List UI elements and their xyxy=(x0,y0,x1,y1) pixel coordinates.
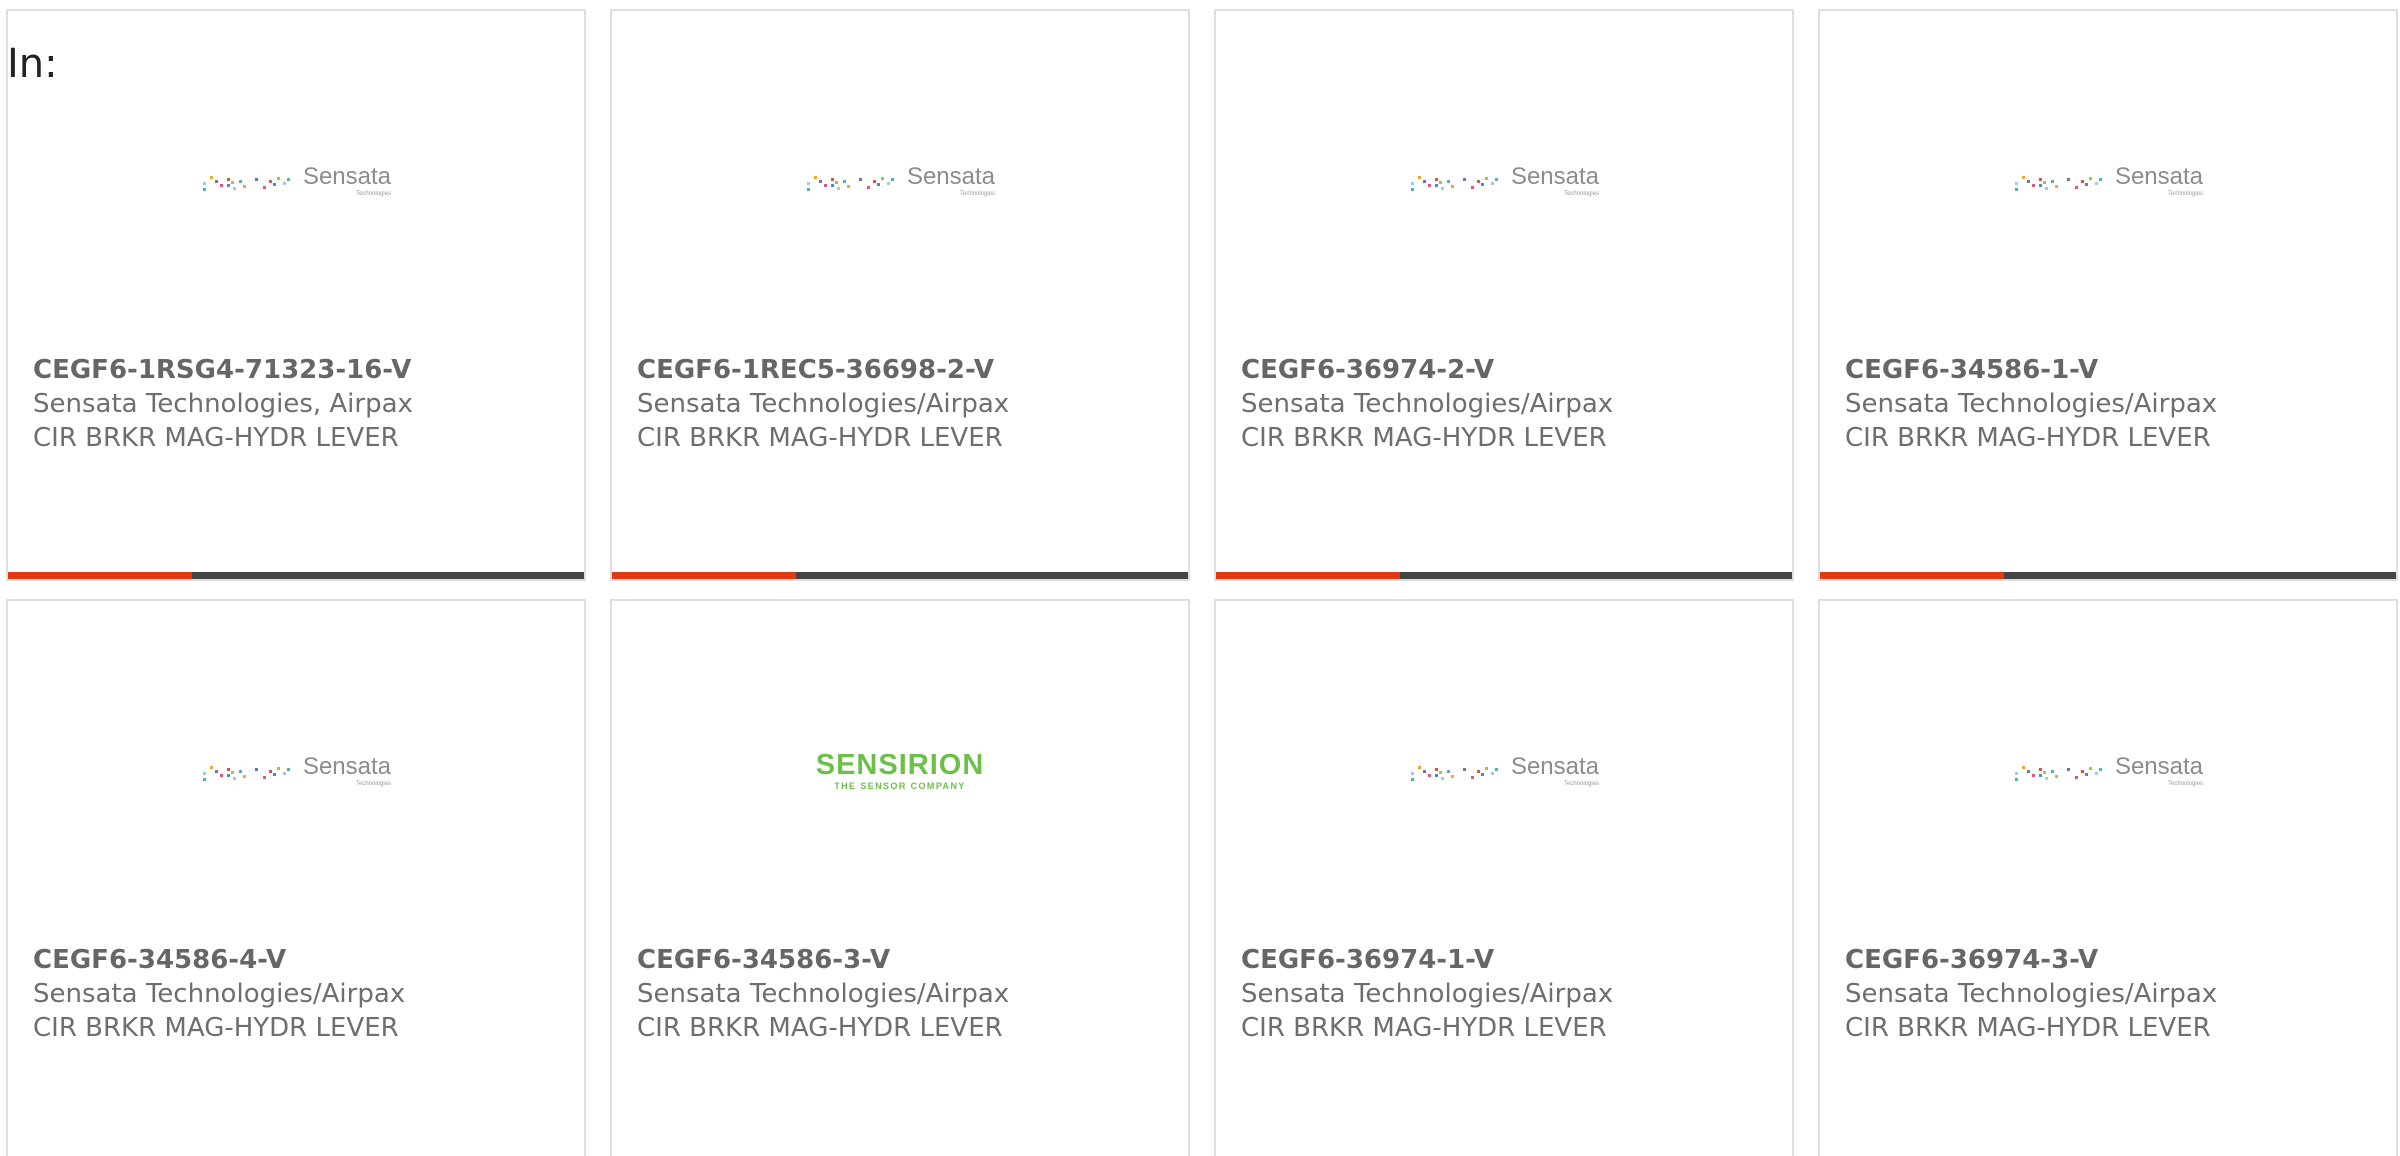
manufacturer-logo: Sensata Technologies xyxy=(8,151,584,211)
part-number[interactable]: CEGF6-34586-4-V xyxy=(33,943,574,977)
part-number[interactable]: CEGF6-34586-1-V xyxy=(1845,353,2386,387)
product-description: CIR BRKR MAG-HYDR LEVER xyxy=(1845,1013,2211,1043)
product-info: CEGF6-36974-3-V Sensata Technologies/Airp… xyxy=(1845,943,2386,1045)
product-card[interactable]: Sensata Technologies CEGF6-1REC5-36698-2-V… xyxy=(610,9,1190,581)
product-info: CEGF6-34586-3-V Sensata Technologies/Airp… xyxy=(637,943,1178,1045)
card-progress-bar xyxy=(612,572,1188,579)
product-description: CIR BRKR MAG-HYDR LEVER xyxy=(1241,1013,1607,1043)
product-info: CEGF6-34586-4-V Sensata Technologies/Airp… xyxy=(33,943,574,1045)
manufacturer-name: Sensata Technologies/Airpax xyxy=(33,979,406,1009)
product-info: CEGF6-36974-2-V Sensata Technologies/Airp… xyxy=(1241,353,1782,455)
sensata-logo: Sensata Technologies xyxy=(805,165,995,197)
product-description: CIR BRKR MAG-HYDR LEVER xyxy=(33,423,399,453)
manufacturer-name: Sensata Technologies/Airpax xyxy=(1845,389,2218,419)
product-card[interactable]: Sensata Technologies CEGF6-34586-4-V Sensat… xyxy=(6,599,586,1156)
logo-name: Sensata xyxy=(302,163,392,190)
card-progress-fill xyxy=(612,572,797,579)
manufacturer-name: Sensata Technologies/Airpax xyxy=(637,979,1010,1009)
logo-name: SENSIRION xyxy=(815,749,985,781)
logo-tagline: Technologies xyxy=(1564,781,1600,787)
sensata-logo: Sensata Technologies xyxy=(201,755,391,787)
product-card[interactable]: Sensata Technologies CEGF6-36974-2-V Sensat… xyxy=(1214,9,1794,581)
sensirion-logo: SENSIRION THE SENSOR COMPANY xyxy=(816,751,985,791)
sensata-logo: Sensata Technologies xyxy=(1409,755,1599,787)
card-progress-bar xyxy=(1216,572,1792,579)
logo-name: Sensata xyxy=(2114,163,2204,190)
product-description: CIR BRKR MAG-HYDR LEVER xyxy=(637,1013,1003,1043)
manufacturer-name: Sensata Technologies/Airpax xyxy=(1241,389,1614,419)
logo-tagline: THE SENSOR COMPANY xyxy=(834,781,966,791)
manufacturer-name: Sensata Technologies/Airpax xyxy=(1241,979,1614,1009)
product-description: CIR BRKR MAG-HYDR LEVER xyxy=(637,423,1003,453)
part-number[interactable]: CEGF6-36974-2-V xyxy=(1241,353,1782,387)
logo-tagline: Technologies xyxy=(960,191,996,197)
part-number[interactable]: CEGF6-1REC5-36698-2-V xyxy=(637,353,1178,387)
card-progress-fill xyxy=(8,572,193,579)
manufacturer-logo: Sensata Technologies xyxy=(8,741,584,801)
logo-tagline: Technologies xyxy=(1564,191,1600,197)
product-card[interactable]: Sensata Technologies CEGF6-34586-1-V Sensat… xyxy=(1818,9,2398,581)
product-info: CEGF6-1REC5-36698-2-V Sensata Technologie… xyxy=(637,353,1178,455)
sensata-dots-icon xyxy=(202,176,290,191)
logo-name: Sensata xyxy=(1510,163,1600,190)
part-number[interactable]: CEGF6-1RSG4-71323-16-V xyxy=(33,353,574,387)
search-results-page: In: Sensata Technologies CEGF6-1RSG4-71323… xyxy=(0,0,2400,1156)
product-info: CEGF6-1RSG4-71323-16-V Sensata Technologi… xyxy=(33,353,574,455)
card-progress-bar xyxy=(8,572,584,579)
product-card[interactable]: Sensata Technologies CEGF6-36974-3-V Sensat… xyxy=(1818,599,2398,1156)
product-card[interactable]: Sensata Technologies CEGF6-36974-1-V Sensat… xyxy=(1214,599,1794,1156)
logo-name: Sensata xyxy=(2114,753,2204,780)
manufacturer-logo: SENSIRION THE SENSOR COMPANY xyxy=(612,741,1188,801)
sensata-logo: Sensata Technologies xyxy=(1409,165,1599,197)
sensata-logo: Sensata Technologies xyxy=(2013,755,2203,787)
sensata-dots-icon xyxy=(1410,176,1498,191)
sensata-dots-icon xyxy=(806,176,894,191)
manufacturer-logo: Sensata Technologies xyxy=(1216,741,1792,801)
sensata-dots-icon xyxy=(1410,766,1498,781)
logo-name: Sensata xyxy=(906,163,996,190)
manufacturer-name: Sensata Technologies, Airpax xyxy=(33,389,413,419)
product-description: CIR BRKR MAG-HYDR LEVER xyxy=(1845,423,2211,453)
sensata-dots-icon xyxy=(2014,176,2102,191)
product-description: CIR BRKR MAG-HYDR LEVER xyxy=(33,1013,399,1043)
product-grid: Sensata Technologies CEGF6-1RSG4-71323-16-… xyxy=(0,0,2400,1156)
part-number[interactable]: CEGF6-36974-3-V xyxy=(1845,943,2386,977)
logo-tagline: Technologies xyxy=(356,781,392,787)
manufacturer-name: Sensata Technologies/Airpax xyxy=(637,389,1010,419)
part-number[interactable]: CEGF6-34586-3-V xyxy=(637,943,1178,977)
card-progress-fill xyxy=(1216,572,1401,579)
manufacturer-name: Sensata Technologies/Airpax xyxy=(1845,979,2218,1009)
manufacturer-logo: Sensata Technologies xyxy=(1216,151,1792,211)
manufacturer-logo: Sensata Technologies xyxy=(612,151,1188,211)
card-progress-bar xyxy=(1820,572,2396,579)
product-card[interactable]: SENSIRION THE SENSOR COMPANY CEGF6-34586-3… xyxy=(610,599,1190,1156)
manufacturer-logo: Sensata Technologies xyxy=(1820,741,2396,801)
sensata-dots-icon xyxy=(202,766,290,781)
sensata-logo: Sensata Technologies xyxy=(201,165,391,197)
card-progress-fill xyxy=(1820,572,2005,579)
logo-tagline: Technologies xyxy=(356,191,392,197)
sensata-logo: Sensata Technologies xyxy=(2013,165,2203,197)
product-info: CEGF6-34586-1-V Sensata Technologies/Airp… xyxy=(1845,353,2386,455)
logo-tagline: Technologies xyxy=(2168,191,2204,197)
product-card[interactable]: Sensata Technologies CEGF6-1RSG4-71323-16-… xyxy=(6,9,586,581)
logo-tagline: Technologies xyxy=(2168,781,2204,787)
in-label: In: xyxy=(7,41,58,87)
part-number[interactable]: CEGF6-36974-1-V xyxy=(1241,943,1782,977)
logo-name: Sensata xyxy=(302,753,392,780)
product-description: CIR BRKR MAG-HYDR LEVER xyxy=(1241,423,1607,453)
sensata-dots-icon xyxy=(2014,766,2102,781)
manufacturer-logo: Sensata Technologies xyxy=(1820,151,2396,211)
product-info: CEGF6-36974-1-V Sensata Technologies/Airp… xyxy=(1241,943,1782,1045)
logo-name: Sensata xyxy=(1510,753,1600,780)
